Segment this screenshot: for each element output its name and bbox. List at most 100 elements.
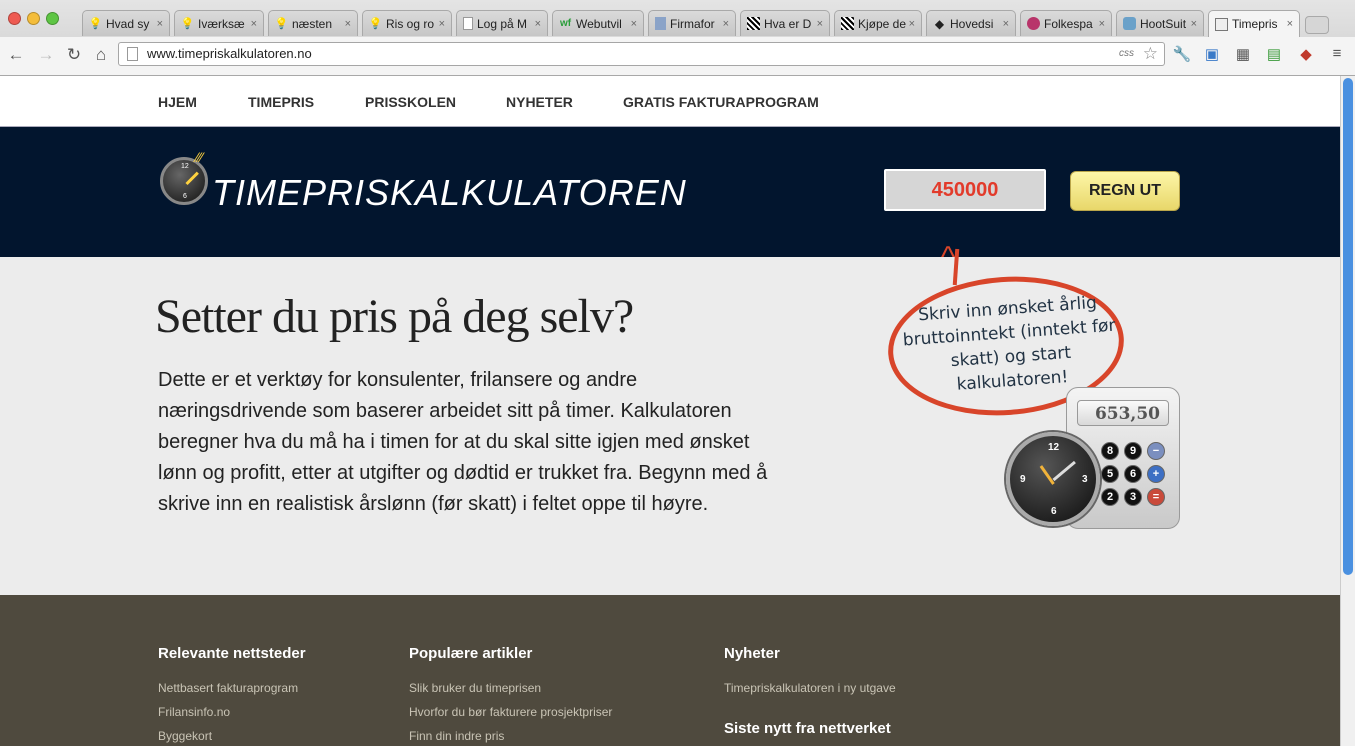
tab-strip: 💡 Hvad sy × 💡 Iværksæ × 💡 næsten × 💡 Ris og ro ×… bbox=[0, 8, 1355, 37]
browser-tab[interactable]: Folkespa × bbox=[1020, 10, 1112, 36]
zoom-window-button[interactable] bbox=[46, 12, 59, 25]
browser-tab[interactable]: Kjøpe de × bbox=[834, 10, 922, 36]
calc-key: 5 bbox=[1101, 465, 1119, 483]
browser-tab[interactable]: 💡 Iværksæ × bbox=[174, 10, 264, 36]
browser-tab[interactable]: ◆ Hovedsi × bbox=[926, 10, 1016, 36]
footer-link[interactable]: Slik bruker du timeprisen bbox=[409, 681, 541, 695]
nav-item-fakturaprogram[interactable]: GRATIS FAKTURAPROGRAM bbox=[623, 94, 819, 110]
calc-key: + bbox=[1147, 465, 1165, 483]
tab-close-icon[interactable]: × bbox=[1287, 18, 1293, 30]
address-bar[interactable]: css ☆ bbox=[118, 42, 1165, 66]
calc-key: − bbox=[1147, 442, 1165, 460]
lightbulb-icon: 💡 bbox=[368, 18, 383, 30]
footer-heading: Populære artikler bbox=[409, 645, 533, 662]
browser-tab[interactable]: 💡 Hvad sy × bbox=[82, 10, 170, 36]
browser-tab[interactable]: Firmafor × bbox=[648, 10, 736, 36]
calc-key: 2 bbox=[1101, 488, 1119, 506]
close-window-button[interactable] bbox=[8, 12, 21, 25]
extension-icon[interactable]: ▤ bbox=[1264, 45, 1284, 63]
salary-input[interactable] bbox=[884, 169, 1046, 211]
tab-close-icon[interactable]: × bbox=[909, 18, 915, 30]
calc-key: 9 bbox=[1124, 442, 1142, 460]
footer-link[interactable]: Nettbasert fakturaprogram bbox=[158, 681, 298, 695]
bookmark-star-icon[interactable]: ☆ bbox=[1143, 44, 1158, 64]
page-viewport: HJEM TIMEPRIS PRISSKOLEN NYHETER GRATIS … bbox=[0, 76, 1340, 746]
minimize-window-button[interactable] bbox=[27, 12, 40, 25]
browser-tab-active[interactable]: Timepris × bbox=[1208, 10, 1300, 37]
window-controls bbox=[8, 12, 59, 25]
extension-icon[interactable]: ◆ bbox=[1296, 45, 1316, 63]
tab-close-icon[interactable]: × bbox=[345, 18, 351, 30]
calculator-display: 653,50 bbox=[1077, 400, 1169, 426]
calculator-icon bbox=[1215, 17, 1228, 31]
browser-tab[interactable]: HootSuit × bbox=[1116, 10, 1204, 36]
lightbulb-icon: 💡 bbox=[274, 18, 289, 30]
browser-tab[interactable]: 💡 næsten × bbox=[268, 10, 358, 36]
browser-tab[interactable]: Hva er D × bbox=[740, 10, 830, 36]
bubble-hint-text: Skriv inn ønsket årlig bruttoinntekt (in… bbox=[902, 292, 1117, 395]
lightbulb-icon: 💡 bbox=[180, 18, 195, 30]
extension-icon[interactable]: ▣ bbox=[1202, 45, 1222, 63]
reload-icon[interactable]: ↻ bbox=[64, 45, 84, 65]
tab-close-icon[interactable]: × bbox=[251, 18, 257, 30]
nav-item-timepris[interactable]: TIMEPRIS bbox=[248, 94, 314, 110]
clock-illustration: 12 3 6 9 bbox=[1006, 432, 1100, 526]
tab-close-icon[interactable]: × bbox=[631, 18, 637, 30]
new-tab-button[interactable] bbox=[1305, 16, 1329, 34]
footer-heading: Nyheter bbox=[724, 645, 780, 662]
site-logo[interactable]: TIMEPRISKALKULATOREN bbox=[212, 175, 687, 211]
calc-key: 8 bbox=[1101, 442, 1119, 460]
tab-close-icon[interactable]: × bbox=[817, 18, 823, 30]
page-icon bbox=[127, 47, 138, 61]
header-banner: 12 6 ⁄⁄⁄ TIMEPRISKALKULATOREN REGN UT bbox=[0, 126, 1340, 257]
intro-text: Dette er et verktøy for konsulenter, fri… bbox=[158, 369, 768, 515]
browser-tab[interactable]: Log på M × bbox=[456, 10, 548, 36]
footer-heading: Relevante nettsteder bbox=[158, 645, 306, 662]
browser-tab[interactable]: wf Webutvil × bbox=[552, 10, 644, 36]
css-badge[interactable]: css bbox=[1119, 48, 1134, 59]
footer-link[interactable]: Timepriskalkulatoren i ny utgave bbox=[724, 681, 896, 695]
browser-tab[interactable]: 💡 Ris og ro × bbox=[362, 10, 452, 36]
tab-close-icon[interactable]: × bbox=[535, 18, 541, 30]
url-input[interactable] bbox=[147, 46, 1047, 61]
menu-icon[interactable]: ≡ bbox=[1327, 45, 1347, 62]
tab-close-icon[interactable]: × bbox=[1191, 18, 1197, 30]
calculator-keys: 8 9 − 5 6 + 2 3 = bbox=[1101, 442, 1165, 506]
browser-toolbar: ← → ↻ ⌂ css ☆ 🔧 ▣ ▦ ▤ ◆ ≡ bbox=[0, 37, 1355, 76]
diamond-icon: ◆ bbox=[934, 16, 945, 31]
footer-link[interactable]: Finn din indre pris bbox=[409, 729, 504, 743]
footer-heading: Siste nytt fra nettverket bbox=[724, 720, 891, 737]
nav-item-prisskolen[interactable]: PRISSKOLEN bbox=[365, 94, 456, 110]
arrowhead-icon: ^ bbox=[941, 241, 956, 274]
scrollbar-thumb[interactable] bbox=[1343, 78, 1353, 575]
tab-close-icon[interactable]: × bbox=[439, 18, 445, 30]
footer-link[interactable]: Frilansinfo.no bbox=[158, 705, 230, 719]
doc-icon bbox=[655, 17, 666, 30]
footer-link[interactable]: Byggekort bbox=[158, 729, 212, 743]
tab-close-icon[interactable]: × bbox=[157, 18, 163, 30]
browser-chrome: 💡 Hvad sy × 💡 Iværksæ × 💡 næsten × 💡 Ris og ro ×… bbox=[0, 0, 1355, 76]
tab-close-icon[interactable]: × bbox=[1099, 18, 1105, 30]
lightbulb-icon: 💡 bbox=[88, 18, 103, 30]
nav-item-hjem[interactable]: HJEM bbox=[158, 94, 197, 110]
stripes-icon bbox=[747, 17, 760, 30]
extension-icon[interactable]: ▦ bbox=[1233, 45, 1253, 63]
forward-arrow-icon[interactable]: → bbox=[36, 45, 56, 65]
page-title: Setter du pris på deg selv? bbox=[155, 290, 634, 343]
wf-icon: wf bbox=[559, 18, 572, 29]
nav-item-nyheter[interactable]: NYHETER bbox=[506, 94, 573, 110]
footer: Relevante nettsteder Nettbasert fakturap… bbox=[0, 595, 1340, 746]
vertical-scrollbar[interactable] bbox=[1340, 76, 1355, 746]
footer-link[interactable]: Hvorfor du bør fakturere prosjektpriser bbox=[409, 705, 612, 719]
calculate-button[interactable]: REGN UT bbox=[1070, 171, 1180, 211]
page-icon bbox=[463, 17, 473, 30]
home-icon[interactable]: ⌂ bbox=[91, 45, 111, 65]
wrench-icon[interactable]: 🔧 bbox=[1172, 45, 1192, 63]
calc-key: 3 bbox=[1124, 488, 1142, 506]
tab-close-icon[interactable]: × bbox=[723, 18, 729, 30]
back-arrow-icon[interactable]: ← bbox=[6, 45, 26, 65]
main-content: Setter du pris på deg selv? Dette er et … bbox=[0, 243, 1340, 595]
stripes-icon bbox=[841, 17, 854, 30]
tab-close-icon[interactable]: × bbox=[1003, 18, 1009, 30]
owl-icon bbox=[1123, 17, 1136, 30]
